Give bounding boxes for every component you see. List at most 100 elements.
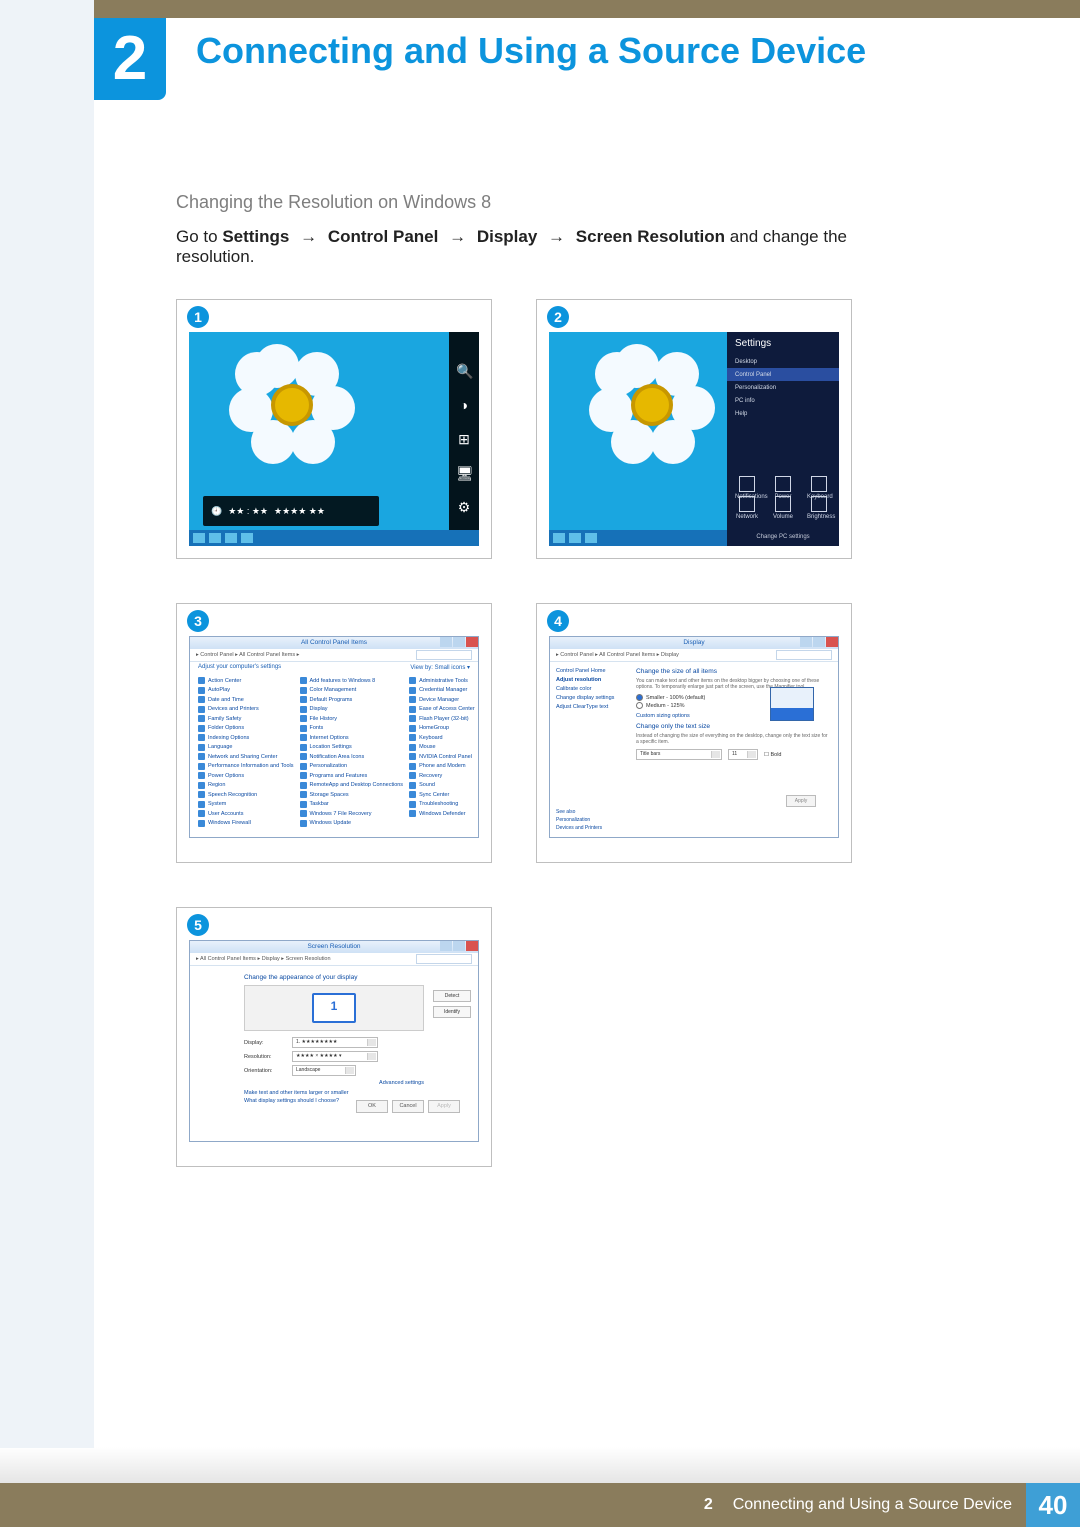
control-panel-item[interactable]: Display [300,706,404,713]
breadcrumb-bar[interactable]: ▸ All Control Panel Items ▸ Display ▸ Sc… [190,953,478,966]
side-link-calibrate-color[interactable]: Calibrate color [556,686,622,692]
control-panel-item[interactable]: Language [198,744,294,751]
control-panel-item[interactable]: Mouse [409,744,475,751]
control-panel-item[interactable]: Ease of Access Center [409,706,475,713]
settings-item-control-panel[interactable]: Control Panel [727,368,839,381]
control-panel-item[interactable]: Programs and Features [300,772,404,779]
control-panel-item[interactable]: Keyboard [409,734,475,741]
display-preview-area[interactable]: 1 Detect Identify [244,985,424,1031]
close-button[interactable] [826,637,838,647]
control-panel-item[interactable]: Indexing Options [198,734,294,741]
control-panel-item[interactable]: Date and Time [198,696,294,703]
apply-button[interactable]: Apply [428,1100,460,1113]
search-input[interactable] [776,650,832,660]
window-buttons[interactable] [799,637,838,647]
taskbar[interactable] [549,530,739,546]
maximize-button[interactable] [453,941,465,951]
resolution-dropdown[interactable]: ★★★★ × ★★★★ ▾ [292,1051,378,1062]
monitor-1-icon[interactable]: 1 [312,993,356,1023]
side-link-cleartype[interactable]: Adjust ClearType text [556,704,622,710]
control-panel-item[interactable]: Credential Manager [409,687,475,694]
control-panel-item[interactable]: Personalization [300,763,404,770]
control-panel-item[interactable]: Windows Firewall [198,820,294,827]
taskbar[interactable] [189,530,479,546]
control-panel-item[interactable]: Sound [409,782,475,789]
settings-charm-panel[interactable]: Settings Desktop Control Panel Personali… [727,332,839,546]
power-icon[interactable]: Power [771,476,795,500]
cancel-button[interactable]: Cancel [392,1100,424,1113]
control-panel-item[interactable]: Notification Area Icons [300,753,404,760]
see-also-personalization[interactable]: Personalization [556,817,602,823]
control-panel-item[interactable]: Default Programs [300,696,404,703]
control-panel-item[interactable]: User Accounts [198,810,294,817]
bold-checkbox[interactable]: ☐ Bold [764,752,781,758]
search-input[interactable] [416,650,472,660]
apply-button[interactable]: Apply [786,795,816,807]
close-button[interactable] [466,637,478,647]
breadcrumb-bar[interactable]: ▸ Control Panel ▸ All Control Panel Item… [550,649,838,662]
side-link-change-display[interactable]: Change display settings [556,695,622,701]
search-input[interactable] [416,954,472,964]
side-link-adjust-resolution[interactable]: Adjust resolution [556,677,622,683]
control-panel-item[interactable]: Fonts [300,725,404,732]
control-panel-item[interactable]: Windows 7 File Recovery [300,810,404,817]
keyboard-icon[interactable]: Keyboard [807,476,831,500]
settings-item-pc-info[interactable]: PC info [735,394,831,407]
control-panel-item[interactable]: Windows Update [300,820,404,827]
close-button[interactable] [466,941,478,951]
control-panel-item[interactable]: Add features to Windows 8 [300,677,404,684]
control-panel-item[interactable]: Network and Sharing Center [198,753,294,760]
control-panel-item[interactable]: Family Safety [198,715,294,722]
breadcrumb[interactable]: ▸ Control Panel ▸ All Control Panel Item… [556,652,679,658]
control-panel-item[interactable]: Performance Information and Tools [198,763,294,770]
control-panel-item[interactable]: Internet Options [300,734,404,741]
window-buttons[interactable] [439,941,478,951]
control-panel-item[interactable]: AutoPlay [198,687,294,694]
control-panel-item[interactable]: System [198,801,294,808]
devices-icon[interactable]: 🖥 [456,465,472,481]
settings-item-help[interactable]: Help [735,407,831,420]
control-panel-item[interactable]: File History [300,715,404,722]
control-panel-item[interactable]: Devices and Printers [198,706,294,713]
minimize-button[interactable] [440,941,452,951]
settings-icon[interactable]: ⚙ [456,499,472,515]
start-icon[interactable]: ⊞ [456,431,472,447]
minimize-button[interactable] [800,637,812,647]
control-panel-item[interactable]: RemoteApp and Desktop Connections [300,782,404,789]
control-panel-item[interactable]: Phone and Modem [409,763,475,770]
control-panel-item[interactable]: Flash Player (32-bit) [409,715,475,722]
control-panel-item[interactable]: Device Manager [409,696,475,703]
window-buttons[interactable] [439,637,478,647]
settings-item-desktop[interactable]: Desktop [735,355,831,368]
side-link-home[interactable]: Control Panel Home [556,668,622,674]
control-panel-item[interactable]: Power Options [198,772,294,779]
charms-bar[interactable]: 🔍 ◑ ⊞ 🖥 ⚙ [449,332,479,546]
detect-button[interactable]: Detect [433,990,471,1002]
orientation-dropdown[interactable]: Landscape [292,1065,356,1076]
maximize-button[interactable] [453,637,465,647]
text-size-row[interactable]: Title bars 11 ☐ Bold [636,749,830,760]
breadcrumb[interactable]: ▸ All Control Panel Items ▸ Display ▸ Sc… [196,956,331,962]
control-panel-item[interactable]: NVIDIA Control Panel [409,753,475,760]
ok-button[interactable]: OK [356,1100,388,1113]
view-by-dropdown[interactable]: View by: Small icons ▾ [410,664,470,671]
control-panel-item[interactable]: Sync Center [409,791,475,798]
control-panel-item[interactable]: Administrative Tools [409,677,475,684]
maximize-button[interactable] [813,637,825,647]
control-panel-item[interactable]: Region [198,782,294,789]
minimize-button[interactable] [440,637,452,647]
control-panel-item[interactable]: Troubleshooting [409,801,475,808]
notifications-icon[interactable]: Notifications [735,476,759,500]
breadcrumb[interactable]: ▸ Control Panel ▸ All Control Panel Item… [196,652,299,658]
display-dropdown[interactable]: 1. ★★★★★★★★ [292,1037,378,1048]
control-panel-item[interactable]: Storage Spaces [300,791,404,798]
control-panel-item[interactable]: HomeGroup [409,725,475,732]
breadcrumb-bar[interactable]: ▸ Control Panel ▸ All Control Panel Item… [190,649,478,662]
control-panel-item[interactable]: Action Center [198,677,294,684]
settings-item-personalization[interactable]: Personalization [735,381,831,394]
control-panel-item[interactable]: Windows Defender [409,810,475,817]
see-also-devices[interactable]: Devices and Printers [556,825,602,831]
control-panel-item[interactable]: Color Management [300,687,404,694]
search-icon[interactable]: 🔍 [456,363,472,379]
control-panel-item[interactable]: Folder Options [198,725,294,732]
